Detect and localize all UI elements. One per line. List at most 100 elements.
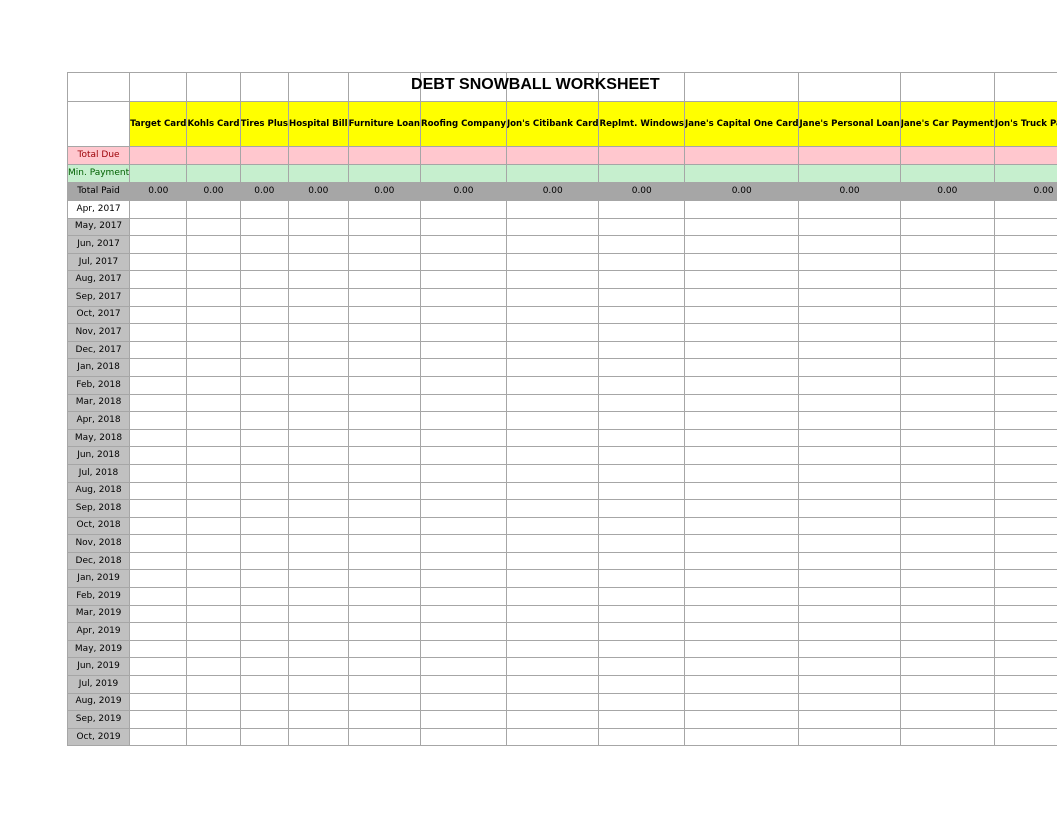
month-label[interactable]: Aug, 2017 bbox=[66, 270, 131, 289]
payment-cell[interactable] bbox=[598, 340, 685, 360]
payment-cell[interactable] bbox=[899, 375, 995, 395]
payment-cell[interactable] bbox=[186, 393, 241, 413]
payment-cell[interactable] bbox=[347, 375, 422, 395]
payment-cell[interactable] bbox=[186, 463, 241, 483]
worksheet-title-cell[interactable]: DEBT SNOWBALL WORKSHEET bbox=[411, 72, 660, 102]
month-label[interactable]: Jun, 2017 bbox=[66, 235, 131, 254]
payment-cell[interactable] bbox=[899, 727, 995, 747]
payment-cell[interactable] bbox=[598, 375, 685, 395]
payment-cell[interactable] bbox=[505, 305, 600, 325]
payment-cell[interactable] bbox=[598, 235, 685, 254]
payment-cell[interactable] bbox=[993, 446, 1057, 465]
payment-cell[interactable] bbox=[186, 358, 241, 377]
payment-cell[interactable] bbox=[993, 252, 1057, 272]
payment-cell[interactable] bbox=[186, 252, 241, 272]
payment-cell[interactable] bbox=[420, 463, 507, 483]
payment-cell[interactable] bbox=[288, 534, 349, 553]
payment-cell[interactable] bbox=[288, 270, 349, 289]
column-header[interactable]: Roofing Company bbox=[420, 101, 507, 147]
month-label[interactable]: Apr, 2019 bbox=[66, 622, 131, 641]
payment-cell[interactable] bbox=[993, 675, 1057, 694]
payment-cell[interactable] bbox=[598, 217, 685, 237]
min-payment-cell[interactable] bbox=[683, 164, 800, 183]
total-due-label[interactable]: Total Due bbox=[66, 146, 131, 165]
payment-cell[interactable] bbox=[347, 463, 422, 483]
payment-cell[interactable] bbox=[598, 604, 685, 624]
payment-cell[interactable] bbox=[683, 569, 800, 589]
payment-cell[interactable] bbox=[186, 639, 241, 659]
payment-cell[interactable] bbox=[239, 287, 290, 307]
payment-cell[interactable] bbox=[598, 393, 685, 413]
total-due-cell[interactable] bbox=[129, 146, 188, 165]
payment-cell[interactable] bbox=[420, 446, 507, 465]
payment-cell[interactable] bbox=[683, 675, 800, 694]
payment-cell[interactable] bbox=[899, 551, 995, 571]
payment-cell[interactable] bbox=[993, 340, 1057, 360]
payment-cell[interactable] bbox=[683, 604, 800, 624]
payment-cell[interactable] bbox=[683, 428, 800, 448]
payment-cell[interactable] bbox=[899, 481, 995, 501]
month-label[interactable]: Nov, 2018 bbox=[66, 534, 131, 553]
payment-cell[interactable] bbox=[288, 446, 349, 465]
month-label[interactable]: Aug, 2019 bbox=[66, 692, 131, 712]
payment-cell[interactable] bbox=[683, 375, 800, 395]
payment-cell[interactable] bbox=[993, 639, 1057, 659]
payment-cell[interactable] bbox=[129, 534, 188, 553]
payment-cell[interactable] bbox=[239, 604, 290, 624]
month-label[interactable]: May, 2017 bbox=[66, 217, 131, 237]
payment-cell[interactable] bbox=[598, 551, 685, 571]
min-payment-cell[interactable] bbox=[288, 164, 349, 183]
payment-cell[interactable] bbox=[288, 463, 349, 483]
payment-cell[interactable] bbox=[347, 657, 422, 677]
payment-cell[interactable] bbox=[347, 499, 422, 518]
payment-cell[interactable] bbox=[239, 428, 290, 448]
total-due-cell[interactable] bbox=[798, 146, 901, 165]
payment-cell[interactable] bbox=[505, 270, 600, 289]
column-header[interactable]: Target Card bbox=[129, 101, 188, 147]
payment-cell[interactable] bbox=[129, 446, 188, 465]
payment-cell[interactable] bbox=[798, 657, 901, 677]
payment-cell[interactable] bbox=[239, 551, 290, 571]
payment-cell[interactable] bbox=[798, 727, 901, 747]
payment-cell[interactable] bbox=[598, 534, 685, 553]
payment-cell[interactable] bbox=[347, 305, 422, 325]
payment-cell[interactable] bbox=[186, 270, 241, 289]
payment-cell[interactable] bbox=[993, 604, 1057, 624]
payment-cell[interactable] bbox=[288, 200, 349, 219]
payment-cell[interactable] bbox=[239, 499, 290, 518]
payment-cell[interactable] bbox=[683, 481, 800, 501]
payment-cell[interactable] bbox=[899, 252, 995, 272]
payment-cell[interactable] bbox=[288, 622, 349, 641]
column-header[interactable]: Jon's Truck Payment bbox=[993, 101, 1057, 147]
payment-cell[interactable] bbox=[899, 639, 995, 659]
payment-cell[interactable] bbox=[899, 428, 995, 448]
payment-cell[interactable] bbox=[347, 569, 422, 589]
month-label[interactable]: Oct, 2019 bbox=[66, 727, 131, 747]
payment-cell[interactable] bbox=[420, 235, 507, 254]
payment-cell[interactable] bbox=[129, 428, 188, 448]
min-payment-cell[interactable] bbox=[505, 164, 600, 183]
payment-cell[interactable] bbox=[239, 569, 290, 589]
total-paid-cell[interactable]: 0.00 bbox=[186, 182, 241, 201]
payment-cell[interactable] bbox=[993, 428, 1057, 448]
column-header[interactable]: Kohls Card bbox=[186, 101, 241, 147]
payment-cell[interactable] bbox=[420, 375, 507, 395]
payment-cell[interactable] bbox=[683, 252, 800, 272]
payment-cell[interactable] bbox=[420, 727, 507, 747]
payment-cell[interactable] bbox=[129, 675, 188, 694]
payment-cell[interactable] bbox=[347, 287, 422, 307]
month-label[interactable]: Mar, 2018 bbox=[66, 393, 131, 413]
min-payment-cell[interactable] bbox=[598, 164, 685, 183]
payment-cell[interactable] bbox=[129, 551, 188, 571]
min-payment-cell[interactable] bbox=[186, 164, 241, 183]
payment-cell[interactable] bbox=[798, 710, 901, 729]
payment-cell[interactable] bbox=[288, 428, 349, 448]
payment-cell[interactable] bbox=[239, 710, 290, 729]
payment-cell[interactable] bbox=[347, 235, 422, 254]
payment-cell[interactable] bbox=[420, 252, 507, 272]
payment-cell[interactable] bbox=[239, 217, 290, 237]
month-label[interactable]: Feb, 2018 bbox=[66, 375, 131, 395]
payment-cell[interactable] bbox=[129, 270, 188, 289]
payment-cell[interactable] bbox=[288, 639, 349, 659]
payment-cell[interactable] bbox=[899, 657, 995, 677]
